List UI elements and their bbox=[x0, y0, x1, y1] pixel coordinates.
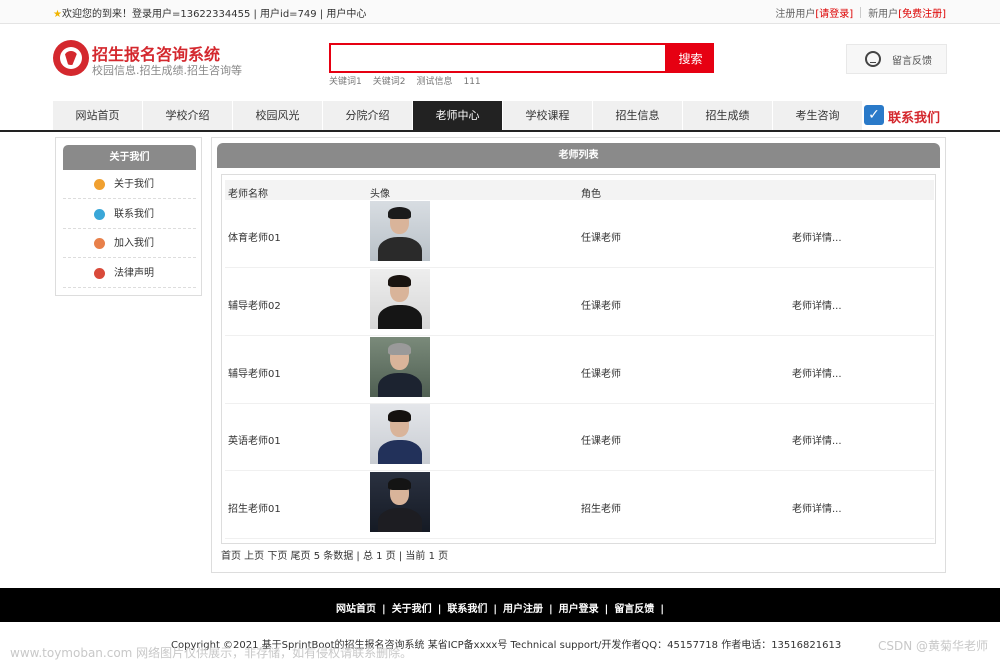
footer-link[interactable]: 网站首页 bbox=[336, 604, 376, 615]
footer-separator: | bbox=[660, 604, 664, 615]
column-header-name: 老师名称 bbox=[228, 189, 268, 200]
nav-item[interactable]: 分院介绍 bbox=[323, 101, 412, 130]
nav-item[interactable]: 校园风光 bbox=[233, 101, 322, 130]
table-row: 辅导老师01 任课老师 老师详情... bbox=[225, 336, 934, 404]
teacher-name: 体育老师01 bbox=[228, 233, 281, 244]
column-header-avatar: 头像 bbox=[370, 189, 390, 200]
nav-item[interactable]: 老师中心 bbox=[413, 101, 502, 130]
footer-link[interactable]: 用户注册 bbox=[503, 604, 543, 615]
keyword-link[interactable]: 关键词2 bbox=[373, 77, 406, 87]
nav-item[interactable]: 学校介绍 bbox=[143, 101, 232, 130]
sidebar-item[interactable]: 加入我们 bbox=[63, 229, 196, 258]
nav-item[interactable]: 招生信息 bbox=[593, 101, 682, 130]
sidebar-item[interactable]: 法律声明 bbox=[63, 259, 196, 288]
nav-divider bbox=[0, 130, 1000, 132]
welcome-text: ★欢迎您的到来！登录用户=13622334455 | 用户id=749 | 用户… bbox=[53, 5, 366, 20]
sidebar-title: 关于我们 bbox=[63, 145, 196, 170]
contact-us-label: 联系我们 bbox=[888, 111, 941, 126]
teacher-role: 招生老师 bbox=[581, 504, 621, 516]
table-row: 英语老师01 任课老师 老师详情... bbox=[225, 403, 934, 472]
footer-separator: | bbox=[604, 604, 609, 615]
headset-icon bbox=[865, 51, 881, 67]
teacher-role: 任课老师 bbox=[581, 368, 621, 380]
star-icon: ★ bbox=[53, 9, 62, 20]
sidebar-item[interactable]: 关于我们 bbox=[63, 170, 196, 199]
teacher-role: 任课老师 bbox=[581, 233, 621, 244]
teacher-role: 任课老师 bbox=[581, 436, 621, 448]
info-icon bbox=[94, 179, 105, 190]
teacher-name: 辅导老师02 bbox=[228, 300, 281, 312]
search-input[interactable] bbox=[329, 43, 667, 73]
login-link[interactable]: [请登录] bbox=[815, 9, 853, 20]
footer-separator: | bbox=[493, 604, 497, 615]
teacher-detail-link[interactable]: 老师详情... bbox=[792, 500, 842, 515]
clipboard-icon bbox=[94, 208, 105, 220]
teacher-avatar bbox=[370, 472, 430, 533]
teacher-detail-link[interactable]: 老师详情... bbox=[792, 365, 842, 380]
watermark-left: www.toymoban.com 网络图片仅供展示，非存储，如有侵权请联系删除。 bbox=[10, 646, 413, 660]
teacher-name: 辅导老师01 bbox=[228, 368, 281, 380]
register-user-label: 注册用户 bbox=[775, 9, 816, 20]
new-user-label: 新用户 bbox=[868, 9, 899, 20]
teacher-list-panel: 老师列表 老师名称 头像 角色 体育老师01 任课老师 老师详情... 辅导老师02 任… bbox=[211, 137, 946, 573]
sidebar: 关于我们 关于我们联系我们加入我们法律声明 bbox=[55, 137, 202, 296]
sidebar-item-label: 加入我们 bbox=[114, 238, 154, 249]
teacher-avatar bbox=[370, 404, 430, 465]
nav-item[interactable]: 学校课程 bbox=[503, 101, 592, 130]
table-row: 体育老师01 任课老师 老师详情... bbox=[225, 200, 934, 268]
watermark-right: CSDN @黄菊华老师 bbox=[877, 639, 988, 653]
footer-link[interactable]: 联系我们 bbox=[447, 604, 487, 615]
feedback-label: 留言反馈 bbox=[892, 56, 932, 67]
footer-links: 网站首页 | 关于我们 | 联系我们 | 用户注册 | 用户登录 | 留言反馈 | bbox=[0, 600, 1000, 615]
site-logo[interactable] bbox=[53, 40, 89, 76]
sidebar-item-label: 法律声明 bbox=[114, 267, 154, 279]
keyword-link[interactable]: 111 bbox=[463, 77, 480, 87]
nav-item[interactable]: 考生咨询 bbox=[773, 101, 862, 130]
footer-link[interactable]: 关于我们 bbox=[392, 604, 432, 615]
nav-item[interactable]: 网站首页 bbox=[53, 101, 142, 130]
top-right-links: 注册用户[请登录] 新用户[免费注册] bbox=[775, 5, 946, 20]
hot-keywords: 关键词1 关键词2 测试信息 111 bbox=[329, 74, 492, 87]
search-button[interactable]: 搜索 bbox=[667, 43, 714, 73]
feedback-button[interactable]: 留言反馈 bbox=[846, 44, 947, 74]
nav-item[interactable]: 招生成绩 bbox=[683, 101, 772, 130]
column-header-role: 角色 bbox=[581, 189, 601, 200]
footer: 网站首页 | 关于我们 | 联系我们 | 用户注册 | 用户登录 | 留言反馈 | bbox=[0, 588, 1000, 622]
contact-us-link[interactable]: ✓ 联系我们 bbox=[864, 104, 949, 128]
main-nav: 网站首页 学校介绍 校园风光 分院介绍 老师中心 学校课程 招生信息 招生成绩 考生咨询 bbox=[53, 101, 863, 130]
panel-title: 老师列表 bbox=[217, 143, 940, 168]
sidebar-item-label: 关于我们 bbox=[114, 179, 154, 190]
footer-separator: | bbox=[382, 604, 386, 615]
table-row: 招生老师01 招生老师 老师详情... bbox=[225, 471, 934, 540]
teacher-avatar bbox=[370, 201, 430, 261]
sidebar-item-label: 联系我们 bbox=[114, 208, 154, 220]
footer-separator: | bbox=[437, 604, 442, 615]
teacher-name: 英语老师01 bbox=[228, 436, 281, 448]
footer-link[interactable]: 用户登录 bbox=[559, 604, 599, 615]
sidebar-item[interactable]: 联系我们 bbox=[63, 200, 196, 229]
top-bar: ★欢迎您的到来！登录用户=13622334455 | 用户id=749 | 用户… bbox=[0, 0, 1000, 24]
checkmark-icon: ✓ bbox=[864, 105, 884, 125]
keyword-link[interactable]: 测试信息 bbox=[416, 77, 452, 87]
divider bbox=[860, 7, 862, 18]
teacher-detail-link[interactable]: 老师详情... bbox=[792, 229, 842, 244]
pagination[interactable]: 首页 上页 下页 尾页 5 条数据 | 总 1 页 | 当前 1 页 bbox=[221, 547, 448, 562]
teacher-detail-link[interactable]: 老师详情... bbox=[792, 297, 842, 312]
footer-link[interactable]: 留言反馈 bbox=[614, 604, 654, 615]
table-row: 辅导老师02 任课老师 老师详情... bbox=[225, 268, 934, 336]
teacher-avatar bbox=[370, 336, 430, 397]
keyword-link[interactable]: 关键词1 bbox=[329, 77, 362, 87]
table-header: 老师名称 头像 角色 bbox=[225, 180, 934, 200]
power-icon bbox=[94, 267, 105, 279]
lock-icon bbox=[94, 238, 105, 249]
site-subtitle: 校园信息.招生成绩.招生咨询等 bbox=[92, 64, 242, 77]
teacher-role: 任课老师 bbox=[581, 300, 621, 312]
footer-separator: | bbox=[549, 604, 553, 615]
teacher-detail-link[interactable]: 老师详情... bbox=[792, 432, 842, 447]
teacher-name: 招生老师01 bbox=[228, 504, 281, 516]
teacher-table: 老师名称 头像 角色 体育老师01 任课老师 老师详情... 辅导老师02 任课老师 老师… bbox=[221, 174, 936, 544]
free-register-link[interactable]: [免费注册] bbox=[898, 9, 946, 20]
welcome-message: 欢迎您的到来！登录用户=13622334455 | 用户id=749 | 用户中… bbox=[61, 9, 367, 20]
teacher-avatar bbox=[370, 268, 430, 329]
